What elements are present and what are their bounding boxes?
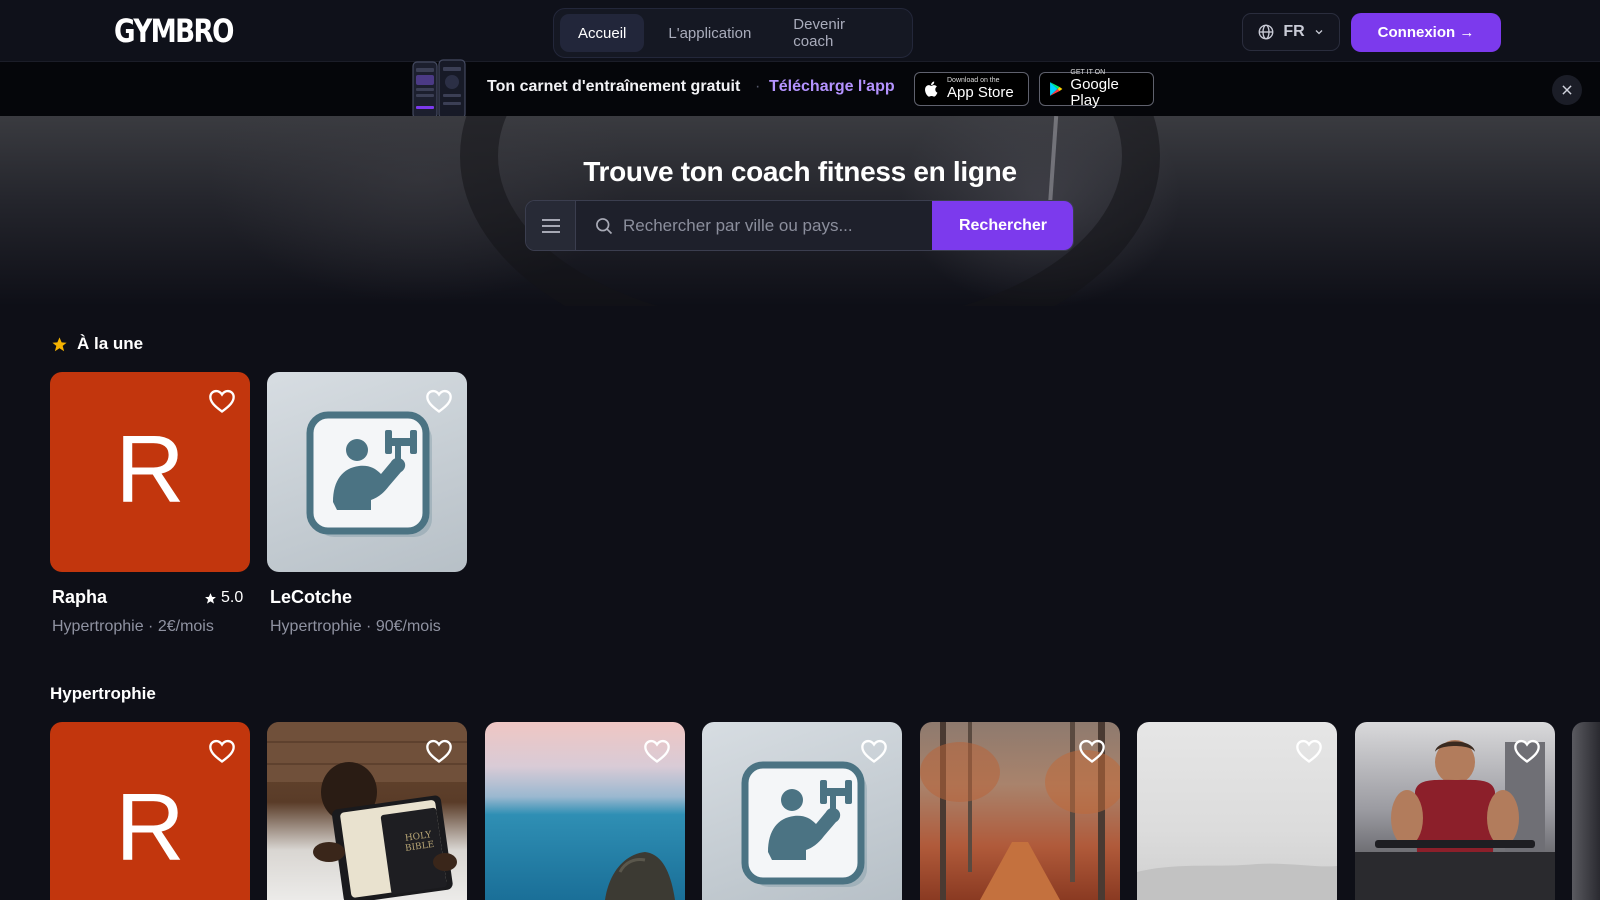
search-icon-container [594,216,614,241]
featured-title-text: À la une [77,334,144,353]
main-nav-tabs: Accueil L'application Devenir coach [553,8,913,58]
coach-card-hyper-1[interactable]: R [50,722,250,900]
coach-card-hyper-4[interactable] [702,722,902,900]
login-button[interactable]: Connexion → [1351,13,1501,52]
favorite-heart-icon[interactable] [860,738,888,764]
tab-accueil[interactable]: Accueil [560,14,645,52]
coach-avatar-letter: R [115,774,185,881]
favorite-heart-icon[interactable] [1078,738,1106,764]
coach-card-hyper-6[interactable] [1137,722,1337,900]
coach-name-rapha[interactable]: Rapha [52,587,107,608]
search-bar: Rechercher [525,200,1074,251]
close-icon [1562,85,1572,95]
app-store-big-text: App Store [947,84,1014,101]
menu-icon [541,218,560,233]
favorite-heart-icon[interactable] [1295,738,1323,764]
google-play-big-text: Google Play [1070,76,1119,109]
coach-avatar-letter: R [115,416,185,523]
favorite-heart-icon[interactable] [425,388,453,414]
coach-card-hyper-5[interactable] [920,722,1120,900]
download-app-link[interactable]: Télécharge l'app [769,78,895,96]
close-banner-button[interactable] [1552,75,1582,105]
coach-rating-rapha: 5.0 [204,589,243,607]
app-store-badge[interactable]: Download on the App Store [914,72,1029,106]
gymbro-logo[interactable]: GYMBRO [114,12,234,50]
search-input[interactable] [623,201,883,250]
globe-icon [1258,24,1274,40]
rating-value: 5.0 [221,589,244,606]
rating-star-icon [205,592,216,604]
coach-name-lecotche[interactable]: LeCotche [270,587,352,608]
favorite-heart-icon[interactable] [643,738,671,764]
coach-card-lecotche[interactable] [267,372,467,572]
coach-meta-lecotche: Hypertrophie · 90€/mois [270,618,441,635]
banner-text: Ton carnet d'entraînement gratuit [487,78,741,95]
chevron-down-icon [1315,30,1323,35]
google-play-badge[interactable]: GET IT ON Google Play [1039,69,1154,109]
coach-meta-rapha: Hypertrophie · 2€/mois [52,618,214,635]
google-play-icon [1050,82,1063,96]
tab-devenir-coach[interactable]: Devenir coach [775,14,906,52]
favorite-heart-icon[interactable] [1513,738,1541,764]
favorite-heart-icon[interactable] [425,738,453,764]
coach-card-rapha[interactable]: R [50,372,250,572]
hypertrophie-section-title: Hypertrophie [50,684,156,704]
language-selector[interactable]: FR [1242,13,1340,51]
filter-menu-button[interactable] [526,201,576,250]
apple-icon [925,81,938,97]
coach-card-hyper-2[interactable]: HOLY BIBLE [267,722,467,900]
hero-title: Trouve ton coach fitness en ligne [583,156,1017,187]
favorite-heart-icon[interactable] [208,388,236,414]
coach-card-hyper-8-partial[interactable] [1572,722,1600,900]
search-icon [596,218,613,235]
favorite-heart-icon[interactable] [208,738,236,764]
star-icon [52,336,67,351]
coach-card-hyper-7[interactable] [1355,722,1555,900]
language-label: FR [1283,23,1305,40]
banner-separator: · [755,78,761,95]
hypertrophie-title-text: Hypertrophie [50,684,156,703]
app-phone-preview [407,58,471,116]
tab-application[interactable]: L'application [650,14,769,52]
search-button[interactable]: Rechercher [932,201,1073,250]
coach-card-hyper-3[interactable] [485,722,685,900]
featured-section-title: À la une [51,334,143,354]
